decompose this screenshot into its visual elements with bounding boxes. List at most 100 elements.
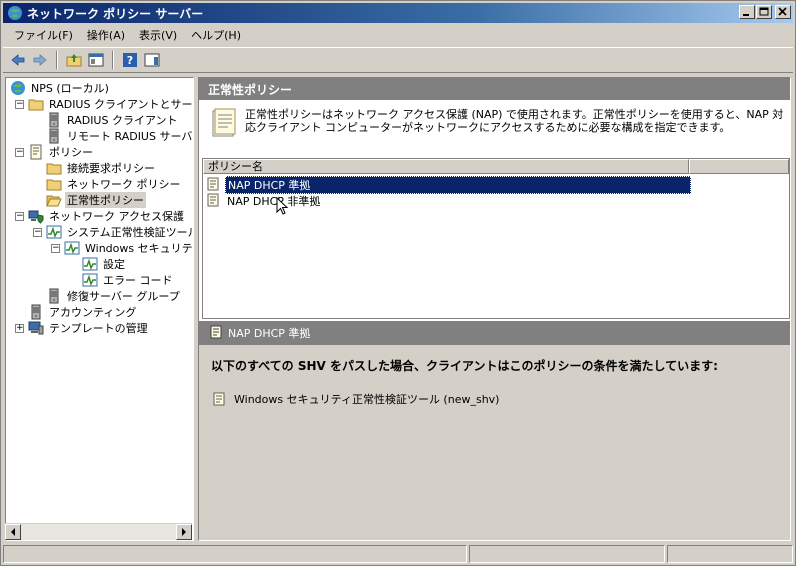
window-controls [738,5,791,19]
app-window: ネットワーク ポリシー サーバー ファイル(F) 操作(A) 表示(V) ヘルプ… [0,0,796,566]
help-button[interactable]: ? [121,51,139,69]
server-icon [46,112,62,128]
network-shield-icon [28,208,44,224]
tree-item-label: システム正常性検証ツール [67,226,194,239]
policy-icon [213,392,225,406]
tree-item[interactable]: NPS (ローカル) [10,80,111,96]
tree-item[interactable]: − Windows セキュリティ正 [51,240,193,256]
tree-item-label: エラー コード [103,274,173,287]
tree-item-label: ネットワーク ポリシー [67,178,181,191]
tree-item[interactable]: エラー コード [82,272,175,288]
tree-item[interactable]: − システム正常性検証ツール [33,224,194,240]
column-header-policy-name[interactable]: ポリシー名 [203,159,689,174]
collapse-icon[interactable]: − [15,100,24,109]
details-pane: 正常性ポリシー 正常性ポリシーはネットワーク アクセス保護 (NAP) で使用さ… [198,77,791,541]
tree-item-label: 正常性ポリシー [65,192,146,208]
toolbar-separator [56,51,58,69]
policy-name: NAP DHCP 非準拠 [227,194,321,208]
description-text: 正常性ポリシーはネットワーク アクセス保護 (NAP) で使用されます。正常性ポ… [245,108,784,134]
arrow-right-icon [182,528,186,536]
back-arrow-icon [11,54,25,66]
console-tree-icon [88,53,104,67]
detail-body: 以下のすべての SHV をパスした場合、クライアントはこのポリシーの条件を満たし… [199,345,790,540]
maximize-button[interactable] [756,5,772,19]
folder-icon [46,176,62,192]
detail-title-bar: NAP DHCP 準拠 [199,321,790,345]
tree-item[interactable]: 修復サーバー グループ [46,288,182,304]
collapse-icon[interactable]: − [33,228,42,237]
health-monitor-icon [82,272,98,288]
forward-button[interactable] [31,51,49,69]
expand-icon[interactable]: + [15,324,24,333]
scroll-right-button[interactable] [176,524,192,540]
action-pane-icon [144,53,160,67]
collapse-icon[interactable]: − [51,244,60,253]
tree-item[interactable]: − ネットワーク アクセス保護 [15,208,186,224]
column-header-blank[interactable] [689,159,789,174]
toolbar: ? [3,47,793,73]
scroll-left-button[interactable] [5,524,21,540]
status-panel-main [3,545,467,563]
tree-item[interactable]: 設定 [82,256,127,272]
tree-item-label: NPS (ローカル) [31,82,109,95]
maximize-icon [759,7,769,16]
menu-bar: ファイル(F) 操作(A) 表示(V) ヘルプ(H) [3,25,793,45]
details-header: 正常性ポリシー [199,78,790,100]
minimize-icon [743,14,749,16]
collapse-icon[interactable]: − [15,148,24,157]
menu-action[interactable]: 操作(A) [80,27,132,43]
menu-file[interactable]: ファイル(F) [7,27,80,43]
computer-icon [28,320,44,336]
window-title: ネットワーク ポリシー サーバー [27,6,204,21]
menu-view[interactable]: 表示(V) [132,27,184,43]
shv-item-label: Windows セキュリティ正常性検証ツール (new_shv) [234,393,500,406]
tree-item[interactable]: RADIUS クライアント [46,112,180,128]
tree-item[interactable]: リモート RADIUS サーバー [46,128,194,144]
back-button[interactable] [9,51,27,69]
detail-title: NAP DHCP 準拠 [228,327,311,340]
mouse-cursor-icon [276,197,289,215]
forward-arrow-icon [33,54,47,66]
list-header: ポリシー名 [203,159,789,174]
health-monitor-icon [64,240,80,256]
policy-list[interactable]: ポリシー名 NAP DHCP 準拠 NAP DHCP 非準拠 [202,158,790,319]
globe-icon [10,80,26,96]
list-item[interactable]: NAP DHCP 非準拠 [206,193,322,208]
tree-item[interactable]: + テンプレートの管理 [15,320,150,336]
document-icon [28,144,44,160]
tree-item[interactable]: ネットワーク ポリシー [46,176,183,192]
action-pane-button[interactable] [143,51,161,69]
status-panel-2 [469,545,665,563]
tree-item-label: 修復サーバー グループ [67,290,180,303]
tree-item[interactable]: − ポリシー [15,144,95,160]
tree-item[interactable]: − RADIUS クライアントとサーバー [15,96,193,112]
tree-item-label: ネットワーク アクセス保護 [49,210,184,223]
help-icon: ? [123,53,137,67]
status-bar [3,545,793,565]
menu-help[interactable]: ヘルプ(H) [184,27,248,43]
show-hide-tree-button[interactable] [87,51,105,69]
collapse-icon[interactable]: − [15,212,24,221]
policy-document-icon [212,108,236,137]
minimize-button[interactable] [739,5,755,19]
server-icon [46,288,62,304]
tree-item-label: RADIUS クライアントとサーバー [49,98,193,111]
tree-item-label: ポリシー [49,146,93,159]
title-bar[interactable]: ネットワーク ポリシー サーバー [3,3,793,23]
tree-item-label: リモート RADIUS サーバー [67,130,194,143]
tree-item[interactable]: 接続要求ポリシー [46,160,157,176]
up-level-button[interactable] [65,51,83,69]
tree-item[interactable]: アカウンティング [28,304,138,320]
folder-icon [28,96,44,112]
tree-item-label: 設定 [103,258,125,271]
folder-icon [46,160,62,176]
server-icon [28,304,44,320]
shv-item: Windows セキュリティ正常性検証ツール (new_shv) [211,391,499,407]
policy-icon [210,325,222,339]
folder-up-icon [66,54,82,67]
close-button[interactable] [775,5,791,19]
list-item[interactable]: NAP DHCP 準拠 [206,175,691,194]
tree-horizontal-scrollbar[interactable] [5,523,192,540]
console-tree-pane[interactable]: NPS (ローカル)−RADIUS クライアントとサーバーRADIUS クライア… [5,77,194,541]
tree-item[interactable]: 正常性ポリシー [46,192,146,208]
